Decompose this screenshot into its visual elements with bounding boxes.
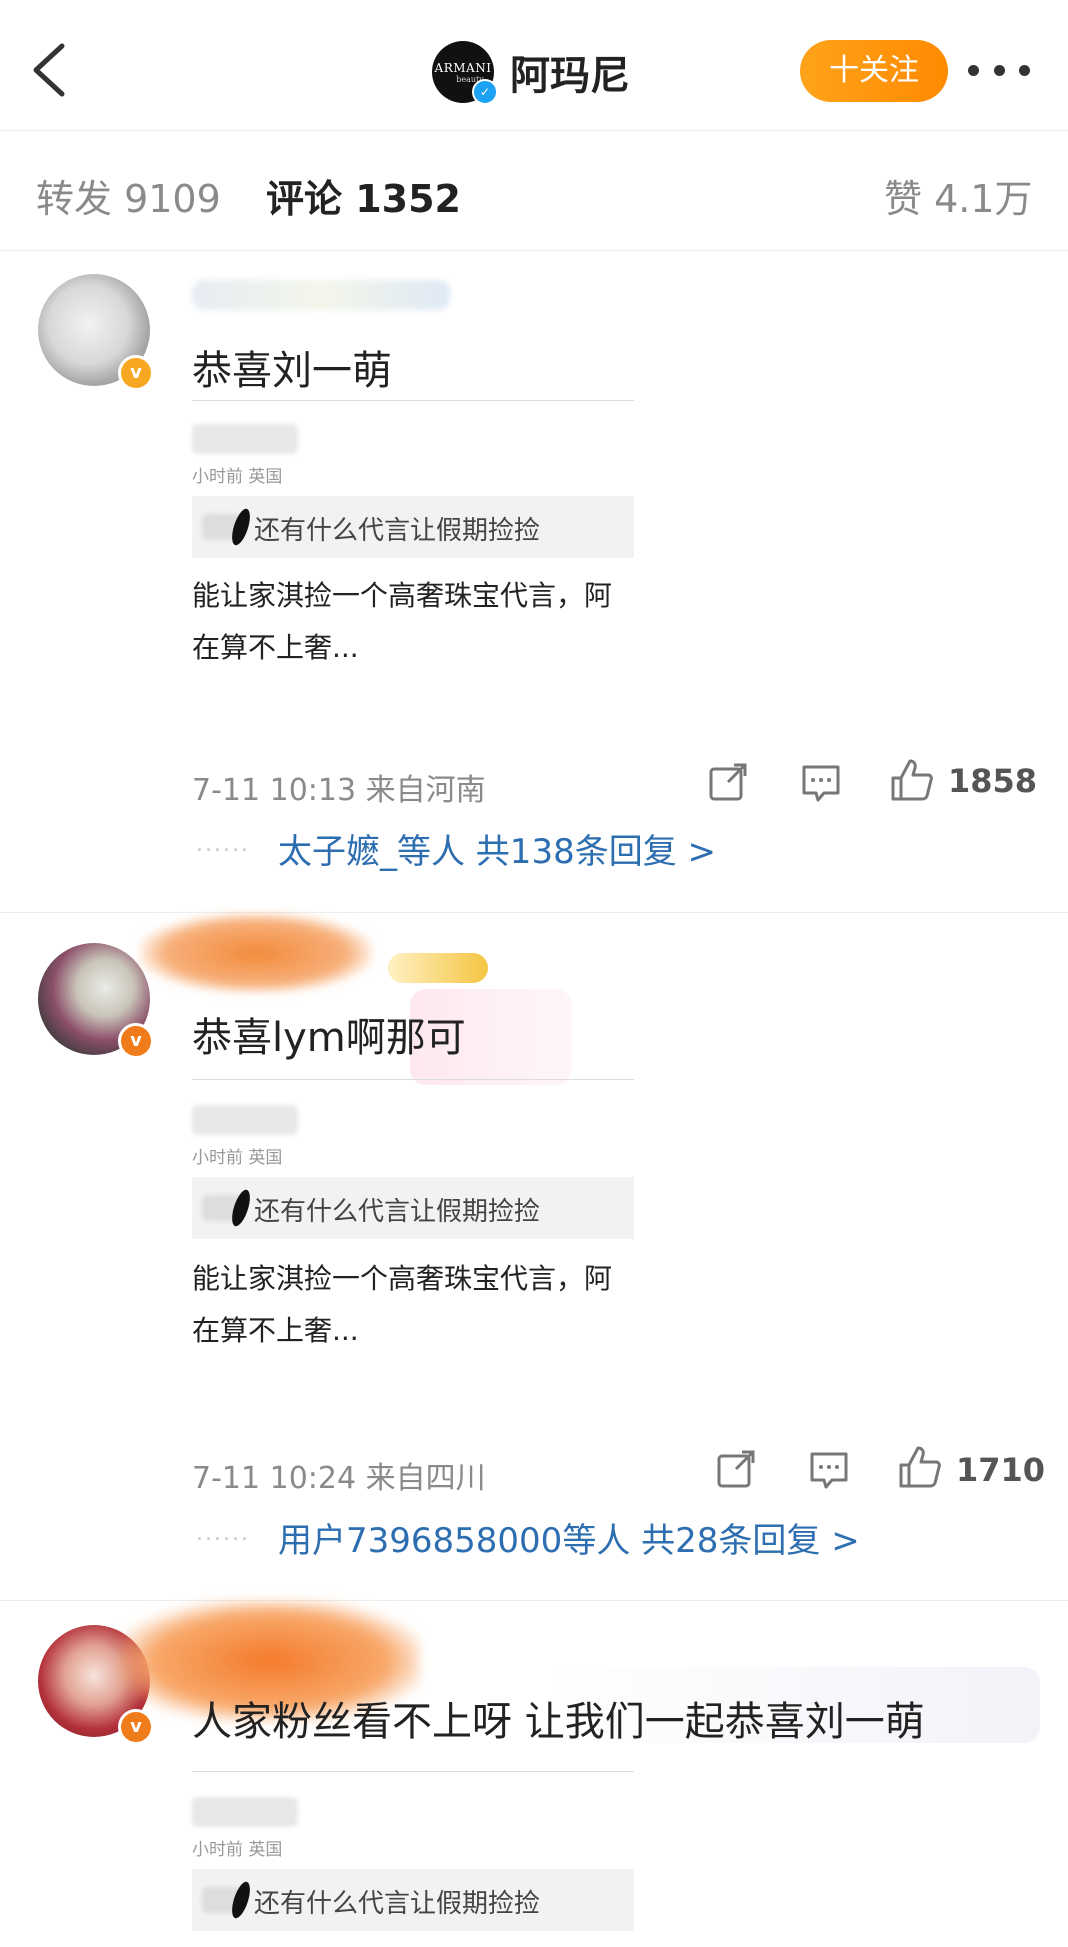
comment-meta: 7-11 10:13 来自河南 <box>192 773 486 808</box>
brand-logo-text: ARMANI <box>434 60 492 75</box>
repost-icon[interactable] <box>716 1449 756 1493</box>
like-count: 1710 <box>956 1451 1046 1489</box>
embed-body-line: 在算不上奢... <box>192 631 359 664</box>
divider <box>192 1771 634 1772</box>
comment-item: v 人家粉丝看不上呀 让我们一起恭喜刘一萌 小时前 英国 还有什么代言让假期捡捡 <box>0 1601 1068 1947</box>
brand-name: 阿玛尼 <box>510 53 630 99</box>
embed-quote-text: 还有什么代言让假期捡捡 <box>254 1197 541 1227</box>
like-icon[interactable] <box>898 1445 942 1493</box>
back-icon[interactable] <box>26 40 76 100</box>
member-level-badge <box>388 953 488 983</box>
embed-quote-bar: 还有什么代言让假期捡捡 <box>192 1869 634 1931</box>
tab-bar: 转发 9109 评论 1352 赞 4.1万 <box>0 130 1068 251</box>
decor-dots: ...... <box>196 832 250 857</box>
comment-icon[interactable] <box>800 762 842 808</box>
verified-icon: v <box>118 355 154 391</box>
embed-quote-bar: 还有什么代言让假期捡捡 <box>192 496 634 558</box>
embed-body: 能让家淇捡一个高奢珠宝代言，阿 在算不上奢... <box>192 1253 634 1357</box>
more-icon[interactable] <box>968 52 1030 88</box>
embed-body-line: 在算不上奢... <box>192 1314 359 1347</box>
embed-username-redacted <box>192 1797 298 1827</box>
repost-icon[interactable] <box>708 762 748 806</box>
brand-header[interactable]: ARMANI beauty ✓ 阿玛尼 <box>432 40 630 105</box>
verified-icon: ✓ <box>472 79 498 105</box>
brand-avatar[interactable]: ARMANI beauty ✓ <box>432 41 498 105</box>
top-bar: ARMANI beauty ✓ 阿玛尼 十关注 <box>0 0 1068 131</box>
comment-item: v 恭喜lym啊那可 小时前 英国 还有什么代言让假期捡捡 能让家淇捡一个高奢珠… <box>0 913 1068 1603</box>
reply-link[interactable]: 用户7396858000等人 共28条回复 > <box>278 1513 860 1562</box>
embed-quote-text: 还有什么代言让假期捡捡 <box>254 516 541 546</box>
like-count: 1858 <box>948 762 1038 800</box>
verified-icon: v <box>118 1023 154 1059</box>
embed-username-redacted <box>192 424 298 454</box>
divider <box>192 400 634 401</box>
comment-text: 恭喜刘一萌 <box>192 348 392 394</box>
comment-text: 恭喜lym啊那可 <box>192 1015 466 1061</box>
embed-meta: 小时前 英国 <box>192 1148 283 1168</box>
comment-text: 人家粉丝看不上呀 让我们一起恭喜刘一萌 <box>192 1699 925 1745</box>
embed-body-line: 能让家淇捡一个高奢珠宝代言，阿 <box>192 1262 613 1295</box>
like-icon[interactable] <box>890 758 934 806</box>
embed-username-redacted <box>192 1105 298 1135</box>
username-redacted[interactable] <box>192 280 450 310</box>
embed-meta: 小时前 英国 <box>192 467 283 487</box>
embed-meta: 小时前 英国 <box>192 1840 283 1860</box>
comment-meta: 7-11 10:24 来自四川 <box>192 1461 486 1496</box>
username-redacted[interactable] <box>140 913 372 993</box>
tab-comments[interactable]: 评论 1352 <box>266 168 461 223</box>
embed-quote-text: 还有什么代言让假期捡捡 <box>254 1889 541 1919</box>
reply-link[interactable]: 太子嬷_等人 共138条回复 > <box>278 824 716 873</box>
follow-button[interactable]: 十关注 <box>800 40 948 102</box>
decor-dots: ...... <box>196 1521 250 1546</box>
tab-likes[interactable]: 赞 4.1万 <box>884 168 1033 223</box>
tab-repost[interactable]: 转发 9109 <box>36 168 221 223</box>
embed-body-line: 能让家淇捡一个高奢珠宝代言，阿 <box>192 579 613 612</box>
comment-item: v 恭喜刘一萌 小时前 英国 还有什么代言让假期捡捡 能让家淇捡一个高奢珠宝代言… <box>0 250 1068 910</box>
embed-quote-bar: 还有什么代言让假期捡捡 <box>192 1177 634 1239</box>
divider <box>192 1079 634 1080</box>
embed-body: 能让家淇捡一个高奢珠宝代言，阿 在算不上奢... <box>192 570 634 674</box>
comment-icon[interactable] <box>808 1449 850 1495</box>
